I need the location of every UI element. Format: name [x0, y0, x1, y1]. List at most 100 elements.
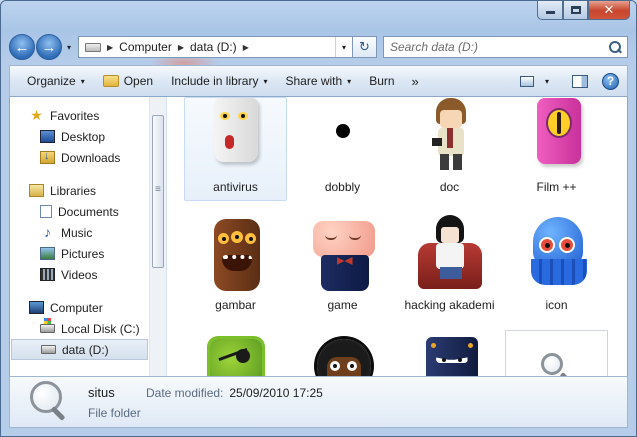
help-icon[interactable]: ? — [602, 72, 619, 90]
minimize-icon — [545, 11, 555, 14]
change-view-button[interactable]: ▾ — [511, 69, 558, 93]
file-item-game[interactable]: game — [291, 212, 394, 319]
recent-pages-dropdown[interactable]: ▾ — [63, 43, 75, 52]
file-item-gambar[interactable]: gambar — [184, 212, 287, 319]
chevron-down-icon: ▾ — [544, 76, 549, 86]
file-item-antivirus[interactable]: antivirus — [184, 97, 287, 201]
sidebar-item-label: Downloads — [61, 150, 121, 165]
file-item[interactable] — [398, 330, 501, 376]
details-pane: situs Date modified: 25/09/2010 17:25 Fi… — [9, 376, 628, 428]
file-name: icon — [545, 298, 568, 312]
sidebar-item-label: Libraries — [50, 183, 97, 198]
sidebar-item-label: Favorites — [50, 108, 100, 123]
more-commands-button[interactable]: » — [404, 74, 425, 89]
chevron-down-icon: ▾ — [347, 76, 352, 86]
include-in-library-button[interactable]: Include in library ▾ — [162, 69, 276, 93]
address-bar[interactable]: ▶ Computer ▶ data (D:) ▶ ▾ — [78, 36, 353, 58]
sidebar-item-label: Computer — [50, 300, 103, 315]
sidebar-item-downloads[interactable]: Downloads — [10, 147, 149, 168]
views-icon — [519, 75, 534, 87]
search-input[interactable]: Search data (D:) — [383, 36, 628, 58]
desktop-icon — [40, 130, 55, 143]
file-item-icon[interactable]: icon — [505, 212, 608, 319]
search-icon[interactable] — [609, 41, 621, 53]
music-icon: ♪ — [44, 224, 51, 240]
breadcrumb-computer[interactable]: Computer — [119, 40, 172, 54]
file-view: antivirus dobbly doc Film ++ gambar game… — [168, 97, 627, 376]
file-item-dobbly[interactable]: dobbly — [291, 97, 394, 201]
organize-label: Organize — [27, 74, 76, 88]
minimize-button[interactable] — [537, 1, 563, 20]
sidebar-item-label: Music — [61, 225, 93, 240]
blue-octopus-monster-icon — [513, 213, 601, 295]
folder-open-icon — [102, 75, 119, 87]
maximize-button[interactable] — [563, 1, 588, 20]
sidebar-item-label: Videos — [61, 267, 98, 282]
sidebar-item-data-d[interactable]: data (D:) — [11, 339, 148, 360]
file-name: dobbly — [324, 180, 361, 194]
view-controls: ▾ ? — [511, 69, 619, 93]
pink-cyclops-monster-icon — [513, 98, 601, 177]
chevron-down-icon: ▾ — [263, 76, 268, 86]
navigation-bar: ← → ▾ ▶ Computer ▶ data (D:) ▶ ▾ ↻ Searc… — [9, 34, 628, 60]
anime-boy-in-chair-icon — [406, 213, 494, 295]
sidebar-item-label: Desktop — [61, 129, 106, 144]
sidebar-group-computer[interactable]: Computer — [10, 297, 149, 318]
anime-boy-figure-icon — [406, 98, 494, 177]
file-item[interactable] — [291, 330, 394, 376]
brown-multi-eye-monster-icon — [192, 213, 280, 295]
dark-blue-dice-monster-icon — [406, 331, 494, 376]
share-with-button[interactable]: Share with ▾ — [276, 69, 360, 93]
organize-button[interactable]: Organize ▾ — [18, 69, 94, 93]
file-grid: antivirus dobbly doc Film ++ gambar game… — [184, 97, 608, 376]
drive-icon — [85, 42, 101, 52]
black-dot-icon — [299, 98, 387, 177]
sidebar-item-desktop[interactable]: Desktop — [10, 126, 149, 147]
breadcrumb-chevron-icon[interactable]: ▶ — [107, 43, 113, 52]
file-item-doc[interactable]: doc — [398, 97, 501, 201]
libraries-icon — [29, 184, 44, 197]
back-arrow-icon: ← — [14, 38, 30, 56]
sidebar-item-local-disk-c[interactable]: Local Disk (C:) — [10, 318, 149, 339]
sidebar-item-pictures[interactable]: Pictures — [10, 243, 149, 264]
magnifier-icon — [26, 379, 72, 425]
date-modified-label: Date modified: — [146, 385, 224, 400]
forward-button[interactable]: → — [36, 34, 62, 60]
breadcrumb-chevron-icon[interactable]: ▶ — [243, 43, 249, 52]
back-button[interactable]: ← — [9, 34, 35, 60]
preview-pane-icon[interactable] — [572, 74, 588, 88]
selected-item-type: File folder — [88, 405, 141, 420]
file-item-film[interactable]: Film ++ — [505, 97, 608, 201]
file-item[interactable] — [184, 330, 287, 376]
file-item-hacking-akademi[interactable]: hacking akademi — [398, 212, 501, 319]
refresh-icon: ↻ — [359, 39, 370, 54]
search-placeholder: Search data (D:) — [390, 40, 479, 54]
breadcrumb-chevron-icon[interactable]: ▶ — [178, 43, 184, 52]
sidebar-item-videos[interactable]: Videos — [10, 264, 149, 285]
file-name: gambar — [215, 298, 256, 312]
file-item-selected[interactable] — [505, 330, 608, 376]
sidebar-scrollbar[interactable] — [149, 97, 166, 376]
sidebar-item-label: Pictures — [61, 246, 105, 261]
sidebar-item-label: data (D:) — [62, 342, 109, 357]
breadcrumb-data-drive[interactable]: data (D:) — [190, 40, 237, 54]
include-in-library-label: Include in library — [171, 74, 259, 88]
refresh-button[interactable]: ↻ — [353, 36, 377, 58]
documents-icon — [40, 205, 52, 218]
burn-button[interactable]: Burn — [360, 69, 403, 93]
videos-icon — [40, 268, 55, 281]
sidebar-item-music[interactable]: ♪ Music — [10, 222, 149, 243]
share-with-label: Share with — [285, 74, 343, 88]
nav-tree: ★ Favorites Desktop Downloads Libraries D… — [10, 97, 149, 360]
details-meta: situs Date modified: 25/09/2010 17:25 Fi… — [88, 382, 323, 422]
downloads-icon — [40, 150, 55, 164]
sidebar-item-documents[interactable]: Documents — [10, 201, 149, 222]
open-label: Open — [123, 74, 154, 88]
address-dropdown-button[interactable]: ▾ — [335, 37, 352, 57]
sidebar-group-libraries[interactable]: Libraries — [10, 180, 149, 201]
close-button[interactable]: ✕ — [588, 1, 630, 20]
scrollbar-thumb[interactable] — [152, 115, 164, 268]
open-button[interactable]: Open — [94, 69, 162, 93]
sidebar-group-favorites[interactable]: ★ Favorites — [10, 105, 149, 126]
computer-icon — [29, 301, 44, 314]
